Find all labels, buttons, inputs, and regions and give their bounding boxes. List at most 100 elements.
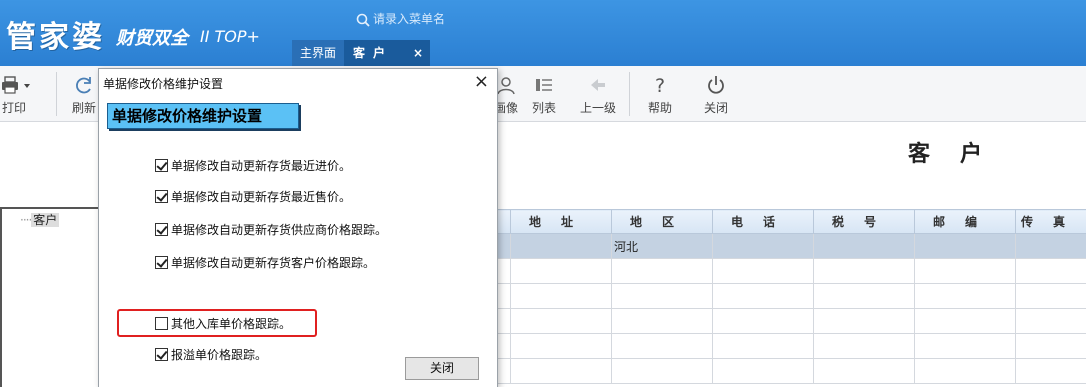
option-update-supplier-price-tracking[interactable]: 单据修改自动更新存货供应商价格跟踪。 bbox=[155, 221, 387, 237]
power-icon bbox=[708, 76, 724, 94]
list-button[interactable]: 列表 bbox=[522, 74, 566, 116]
column-header-phone[interactable]: 电话 bbox=[712, 209, 814, 234]
table-cell bbox=[813, 358, 915, 384]
help-label: 帮助 bbox=[647, 101, 672, 115]
option-label: 单据修改自动更新存货供应商价格跟踪。 bbox=[171, 222, 388, 237]
option-label: 单据修改自动更新存货最近进价。 bbox=[171, 158, 352, 173]
table-cell bbox=[813, 233, 915, 259]
menu-search-input[interactable]: 请录入菜单名 bbox=[356, 8, 556, 30]
table-cell bbox=[510, 358, 612, 384]
table-cell bbox=[813, 283, 915, 309]
app-logo: 管家婆 bbox=[6, 20, 105, 55]
list-label: 列表 bbox=[531, 101, 556, 115]
tab-bar: 主界面 客户 × bbox=[292, 40, 430, 66]
category-tree: ···· 客户 bbox=[0, 207, 100, 387]
checkbox[interactable] bbox=[155, 316, 168, 330]
column-header-region[interactable]: 地区 bbox=[611, 209, 713, 234]
help-button[interactable]: ? 帮助 bbox=[638, 74, 682, 116]
table-cell bbox=[611, 333, 713, 359]
portrait-icon bbox=[497, 77, 515, 95]
table-cell bbox=[1015, 333, 1086, 359]
table-cell bbox=[611, 308, 713, 334]
table-cell: 河北 bbox=[611, 233, 713, 259]
dialog-banner: 单据修改价格维护设置 bbox=[107, 103, 299, 129]
tab-customer-label: 客户 bbox=[353, 46, 394, 60]
close-page-button[interactable]: 关闭 bbox=[694, 74, 738, 116]
option-update-customer-price-tracking[interactable]: 单据修改自动更新存货客户价格跟踪。 bbox=[155, 254, 375, 270]
column-header-postcode[interactable]: 邮编 bbox=[914, 209, 1016, 234]
tree-node-customer[interactable]: ···· 客户 bbox=[20, 211, 60, 228]
column-header-tax-id[interactable]: 税号 bbox=[813, 209, 915, 234]
tab-close-icon[interactable]: × bbox=[413, 40, 423, 66]
checkbox[interactable] bbox=[155, 255, 168, 269]
app-logo-subtitle: 财贸双全 bbox=[116, 28, 188, 49]
table-cell bbox=[712, 283, 814, 309]
table-cell bbox=[510, 283, 612, 309]
table-cell bbox=[813, 258, 915, 284]
dialog-body: 单据修改价格维护设置 单据修改自动更新存货最近进价。 单据修改自动更新存货最近售… bbox=[99, 97, 497, 387]
tree-connector: ···· bbox=[20, 213, 32, 227]
table-cell bbox=[914, 308, 1016, 334]
table-cell bbox=[1015, 258, 1086, 284]
search-placeholder: 请录入菜单名 bbox=[373, 12, 446, 26]
table-cell bbox=[813, 333, 915, 359]
table-cell bbox=[510, 258, 612, 284]
table-cell bbox=[510, 308, 612, 334]
checkbox[interactable] bbox=[155, 189, 168, 203]
svg-text:?: ? bbox=[655, 75, 665, 96]
tab-customer[interactable]: 客户 × bbox=[344, 40, 430, 66]
up-level-button[interactable]: 上一级 bbox=[576, 74, 620, 116]
column-header-fax[interactable]: 传真 bbox=[1015, 209, 1086, 234]
dialog-titlebar[interactable]: 单据修改价格维护设置 × bbox=[99, 69, 497, 97]
table-cell bbox=[914, 333, 1016, 359]
checkbox[interactable] bbox=[155, 158, 168, 172]
checkbox[interactable] bbox=[155, 347, 168, 361]
toolbar-divider bbox=[56, 72, 57, 116]
option-label: 单据修改自动更新存货最近售价。 bbox=[171, 189, 352, 204]
option-other-inbound-price-tracking[interactable]: 其他入库单价格跟踪。 bbox=[155, 315, 291, 331]
table-cell bbox=[1015, 358, 1086, 384]
option-update-latest-purchase-price[interactable]: 单据修改自动更新存货最近进价。 bbox=[155, 157, 351, 173]
list-icon bbox=[536, 79, 552, 91]
help-icon: ? bbox=[655, 75, 665, 96]
table-cell bbox=[712, 358, 814, 384]
print-button[interactable]: 打印 bbox=[0, 74, 36, 116]
print-label: 打印 bbox=[1, 101, 26, 115]
table-cell bbox=[510, 333, 612, 359]
dialog-close-button[interactable]: 关闭 bbox=[405, 357, 479, 380]
table-cell bbox=[611, 258, 713, 284]
toolbar-divider bbox=[629, 72, 630, 116]
table-cell bbox=[914, 358, 1016, 384]
printer-icon bbox=[2, 76, 30, 94]
app-logo-version: II TOP+ bbox=[200, 27, 260, 46]
arrow-left-icon bbox=[591, 79, 605, 91]
checkbox[interactable] bbox=[155, 222, 168, 236]
table-cell bbox=[914, 258, 1016, 284]
table-cell bbox=[813, 308, 915, 334]
table-cell bbox=[611, 283, 713, 309]
option-overflow-report-price-tracking[interactable]: 报溢单价格跟踪。 bbox=[155, 346, 267, 362]
tab-main[interactable]: 主界面 bbox=[292, 40, 344, 66]
option-update-latest-sale-price[interactable]: 单据修改自动更新存货最近售价。 bbox=[155, 188, 351, 204]
app-window: 管家婆 财贸双全 II TOP+ 请录入菜单名 主界面 客户 × 打印 刷新 画… bbox=[0, 0, 1086, 387]
table-cell bbox=[510, 233, 612, 259]
table-cell bbox=[1015, 233, 1086, 259]
app-header: 管家婆 财贸双全 II TOP+ 请录入菜单名 主界面 客户 × bbox=[0, 0, 1086, 66]
table-cell bbox=[611, 358, 713, 384]
option-label: 其他入库单价格跟踪。 bbox=[171, 316, 292, 331]
up-level-label: 上一级 bbox=[579, 101, 616, 115]
dialog-title: 单据修改价格维护设置 bbox=[103, 77, 224, 91]
dialog-close-icon[interactable]: × bbox=[474, 72, 489, 92]
table-cell bbox=[914, 283, 1016, 309]
price-maintenance-dialog: 单据修改价格维护设置 × 单据修改价格维护设置 单据修改自动更新存货最近进价。 … bbox=[98, 68, 498, 387]
tree-node-label: 客户 bbox=[31, 213, 60, 227]
table-cell bbox=[1015, 308, 1086, 334]
page-title: 客户 bbox=[908, 142, 1013, 167]
table-cell bbox=[914, 233, 1016, 259]
table-cell bbox=[712, 308, 814, 334]
table-cell bbox=[712, 233, 814, 259]
refresh-icon bbox=[76, 77, 91, 94]
option-label: 单据修改自动更新存货客户价格跟踪。 bbox=[171, 255, 376, 270]
table-cell bbox=[1015, 283, 1086, 309]
column-header-address[interactable]: 地址 bbox=[510, 209, 612, 234]
